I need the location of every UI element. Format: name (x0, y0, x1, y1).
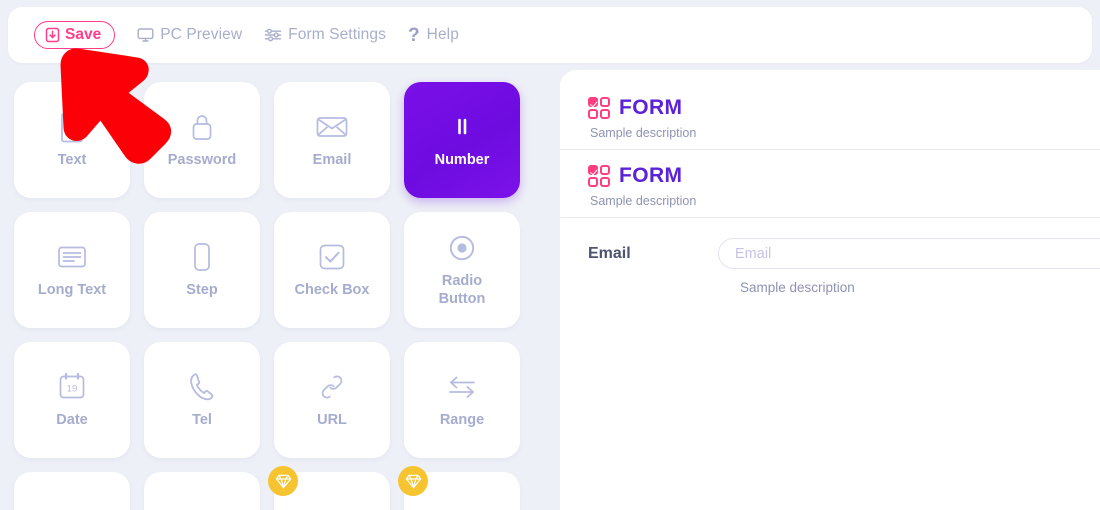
widget-card-file[interactable] (14, 472, 130, 510)
form-description: Sample description (590, 126, 697, 140)
form-title: FORM (619, 96, 683, 119)
help-button[interactable]: ? Help (408, 26, 459, 45)
widget-card-pen[interactable] (144, 472, 260, 510)
svg-text:19: 19 (67, 384, 78, 395)
premium-diamond-icon (268, 466, 298, 496)
widget-card-label: Password (167, 151, 237, 168)
number-bars-icon (446, 111, 478, 143)
form-field-email[interactable]: Email Sample description (588, 238, 1100, 295)
palette-row: Text Password Email Number (14, 82, 542, 198)
save-button[interactable]: Save (34, 21, 116, 49)
save-button-label: Save (65, 26, 102, 43)
widget-card-radio-button[interactable]: Radio Button (404, 212, 520, 328)
sliders-icon (264, 27, 282, 43)
form-logo-icon (588, 97, 610, 119)
form-title-row: FORM (588, 96, 1100, 120)
help-label: Help (426, 26, 459, 43)
calendar-icon: 19 (56, 371, 88, 403)
form-title-row: FORM (588, 164, 1100, 188)
form-title: FORM (619, 164, 683, 187)
widget-card-dashed-plus[interactable] (268, 466, 390, 510)
palette-row (14, 466, 542, 510)
widget-card-url[interactable]: URL (274, 342, 390, 458)
form-header-block[interactable]: FORM Sample description (588, 96, 1100, 140)
widget-card-label: Tel (192, 411, 212, 428)
widget-card-label: Text (57, 151, 87, 168)
palette-row: 19 Date Tel URL Range (14, 342, 542, 458)
widget-card-check-box[interactable]: Check Box (274, 212, 390, 328)
form-header-block[interactable]: FORM Sample description (588, 164, 1100, 208)
top-toolbar: Save PC Preview Form Settings ? Help (8, 7, 1092, 63)
widget-card-label: Radio Button (438, 272, 486, 307)
field-label: Email (588, 245, 631, 262)
document-text-icon (56, 111, 88, 143)
widget-card-number[interactable]: Number (404, 82, 520, 198)
widget-card-attachment[interactable] (398, 466, 520, 510)
field-description: Sample description (740, 280, 855, 295)
divider (560, 217, 1100, 218)
form-settings-label: Form Settings (288, 26, 386, 43)
envelope-icon (316, 111, 348, 143)
range-arrows-icon (446, 371, 478, 403)
checkbox-icon (316, 241, 348, 273)
field-column: Sample description (718, 238, 1100, 295)
divider (560, 149, 1100, 150)
pc-preview-label: PC Preview (160, 26, 243, 43)
widget-card-step[interactable]: Step (144, 212, 260, 328)
premium-diamond-icon (398, 466, 428, 496)
widget-palette: Text Password Email Number Long Text Ste… (0, 70, 556, 510)
widget-card-label: Email (312, 151, 352, 168)
widget-card-text[interactable]: Text (14, 82, 130, 198)
lock-icon (186, 111, 218, 143)
radio-button-icon (446, 232, 478, 264)
widget-card-tel[interactable]: Tel (144, 342, 260, 458)
widget-card-long-text[interactable]: Long Text (14, 212, 130, 328)
rounded-rect-icon (186, 241, 218, 273)
monitor-icon (137, 27, 154, 43)
link-icon (316, 371, 348, 403)
widget-card-date[interactable]: 19 Date (14, 342, 130, 458)
palette-row: Long Text Step Check Box Radio Button (14, 212, 542, 328)
email-input[interactable] (718, 238, 1100, 269)
widget-card-range[interactable]: Range (404, 342, 520, 458)
form-description: Sample description (590, 194, 697, 208)
save-download-icon (45, 27, 60, 43)
widget-card-email[interactable]: Email (274, 82, 390, 198)
phone-icon (186, 371, 218, 403)
lines-box-icon (56, 241, 88, 273)
form-logo-icon (588, 165, 610, 187)
widget-card-label: Number (434, 151, 490, 168)
widget-card-label: Long Text (37, 281, 107, 298)
widget-card-label: Check Box (294, 281, 370, 298)
widget-card-label: URL (317, 411, 347, 428)
form-preview-panel: FORM Sample description FORM Sample desc… (560, 70, 1100, 510)
widget-card-label: Step (186, 281, 218, 298)
widget-card-password[interactable]: Password (144, 82, 260, 198)
form-settings-button[interactable]: Form Settings (264, 26, 386, 44)
widget-card-label: Range (439, 411, 485, 428)
pc-preview-button[interactable]: PC Preview (137, 26, 242, 44)
question-mark-icon: ? (407, 24, 420, 46)
widget-card-label: Date (56, 411, 88, 428)
